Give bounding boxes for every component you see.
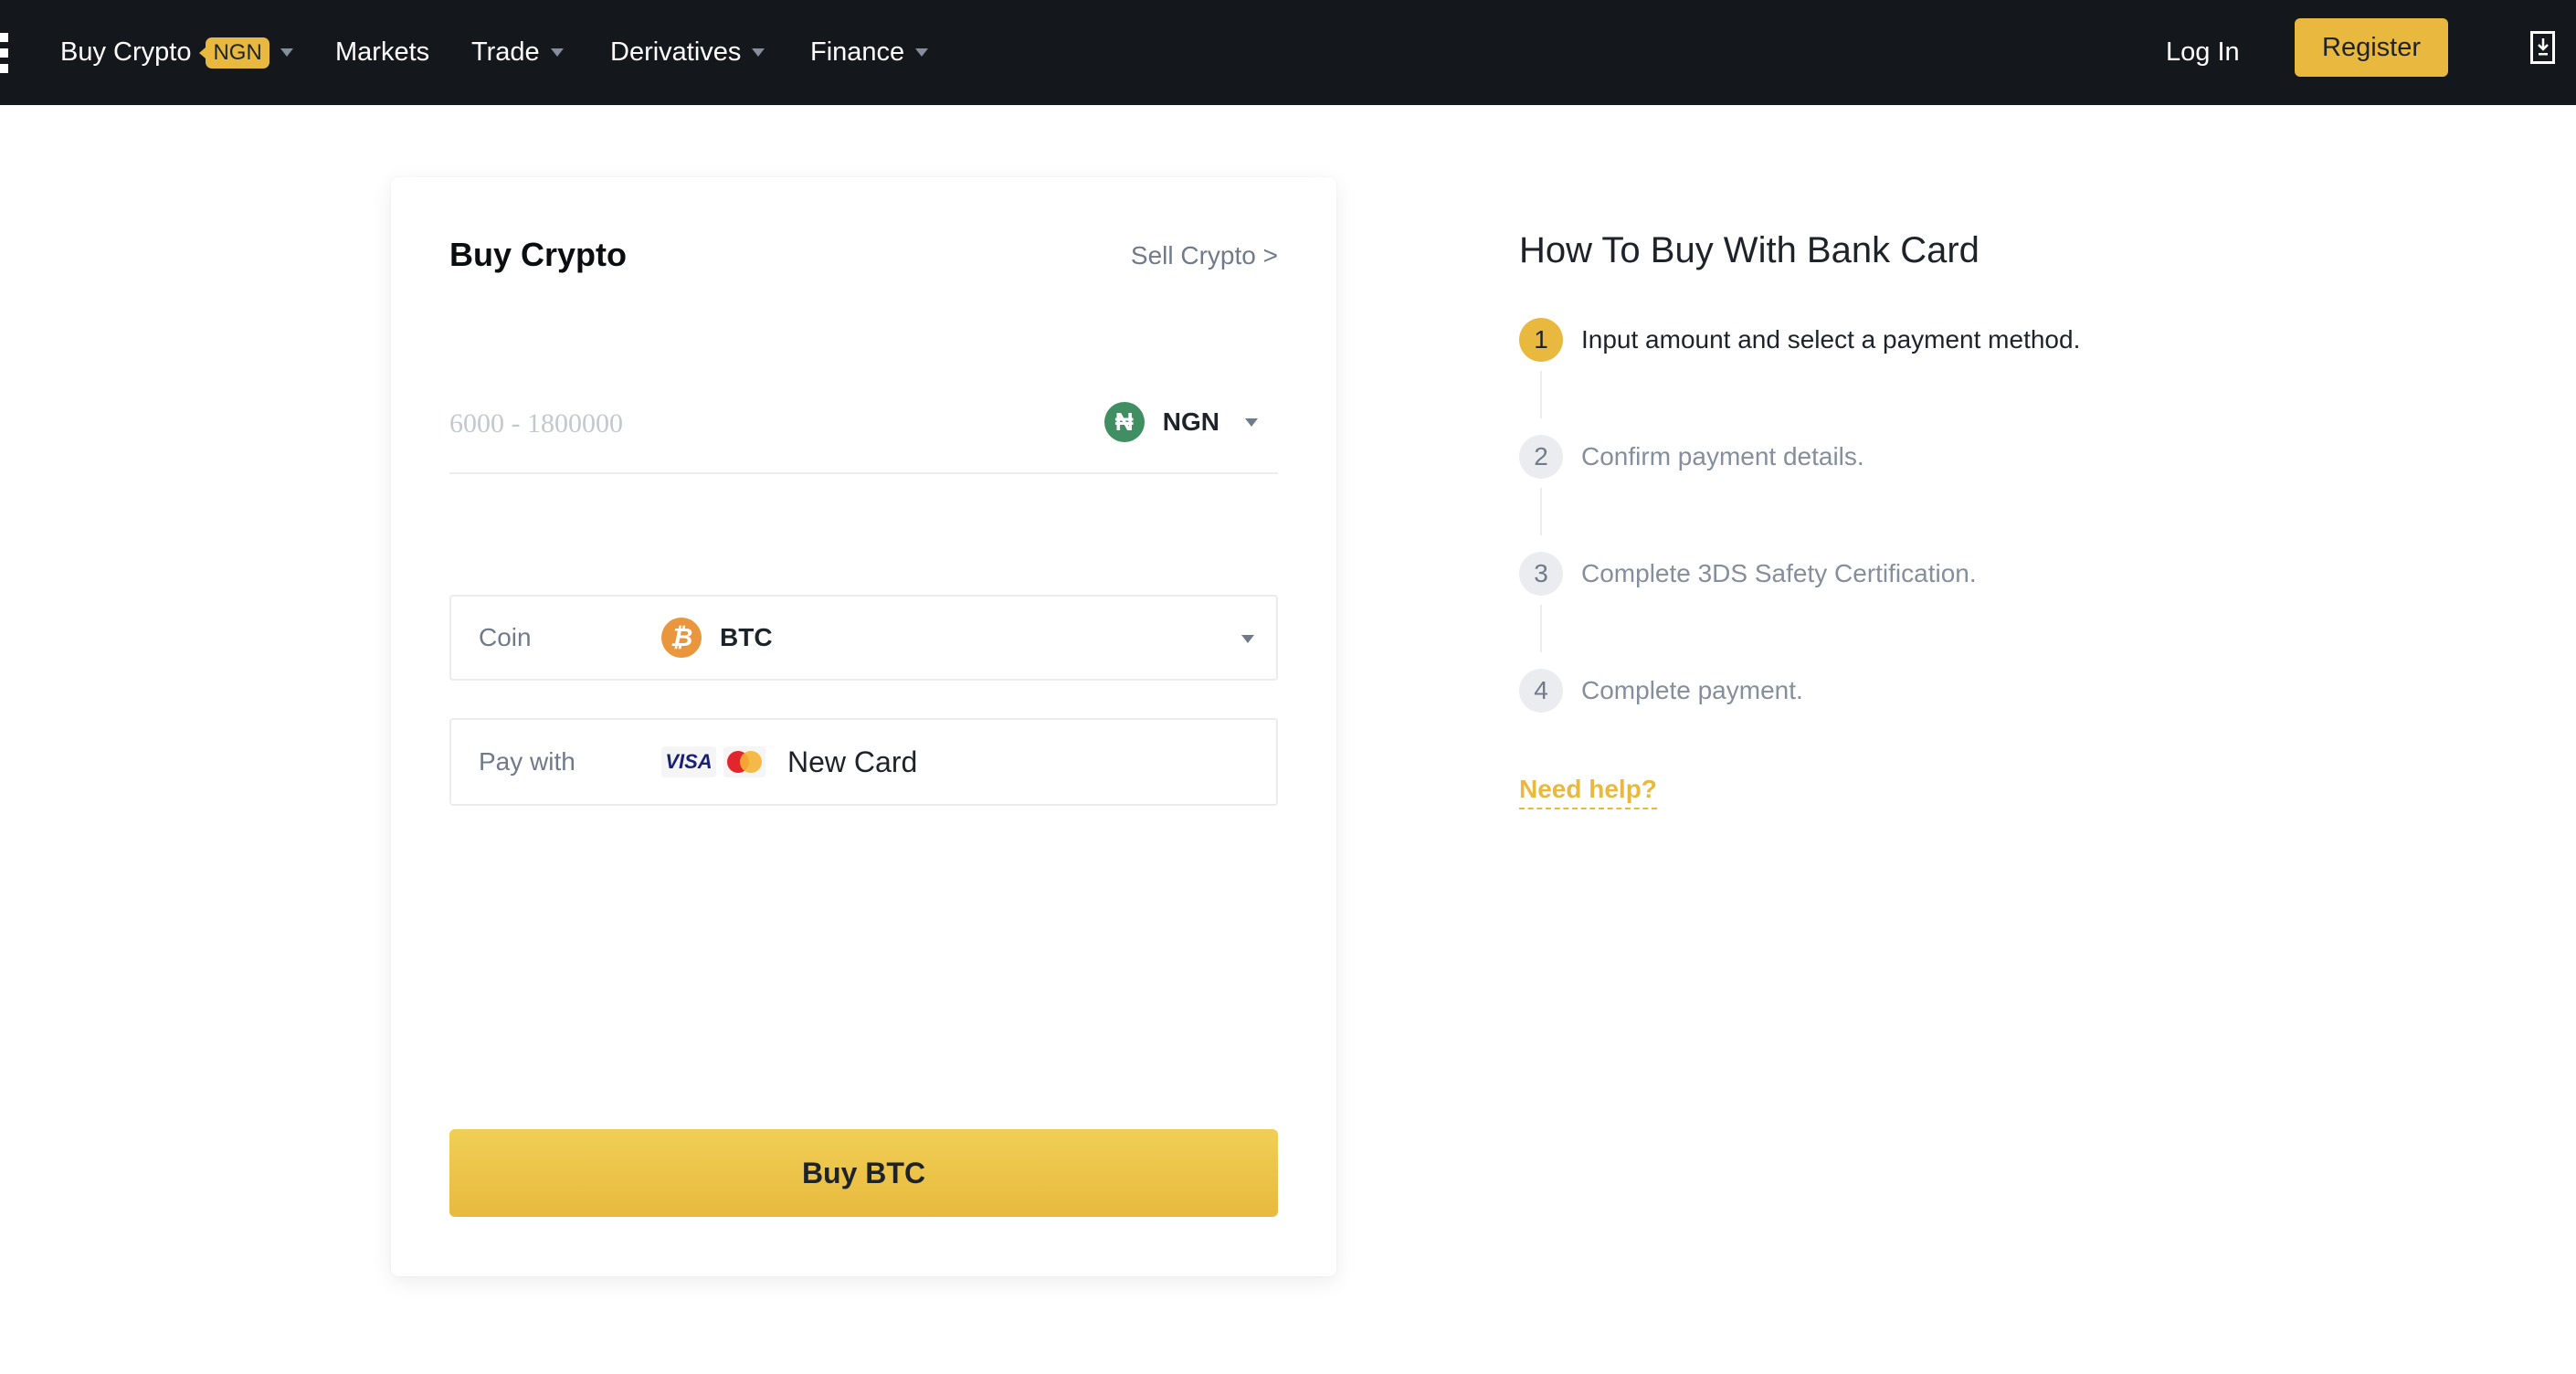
nav-derivatives[interactable]: Derivatives bbox=[610, 0, 765, 105]
step-number: 1 bbox=[1519, 318, 1563, 362]
coin-select[interactable]: Coin ₿ BTC bbox=[449, 595, 1278, 681]
nav-derivatives-label: Derivatives bbox=[610, 37, 742, 67]
nav-finance[interactable]: Finance bbox=[810, 0, 929, 105]
buy-crypto-card: Buy Crypto Sell Crypto > ₦ NGN Coin ₿ BT… bbox=[391, 177, 1336, 1276]
chevron-down-icon bbox=[915, 48, 929, 57]
chevron-down-icon bbox=[550, 48, 564, 57]
step-number: 2 bbox=[1519, 435, 1563, 479]
need-help-link[interactable]: Need help? bbox=[1519, 775, 1657, 809]
step-number: 4 bbox=[1519, 669, 1563, 713]
step-3: 3 Complete 3DS Safety Certification. bbox=[1519, 552, 1977, 596]
top-navbar: Buy Crypto NGN Markets Trade Derivatives… bbox=[0, 0, 2576, 105]
step-number: 3 bbox=[1519, 552, 1563, 596]
nav-buy-crypto-label: Buy Crypto bbox=[60, 37, 192, 67]
step-text: Complete payment. bbox=[1581, 676, 1803, 704]
step-text: Complete 3DS Safety Certification. bbox=[1581, 559, 1977, 587]
step-4: 4 Complete payment. bbox=[1519, 669, 1803, 713]
coin-value: ₿ BTC bbox=[661, 618, 773, 658]
card-title: Buy Crypto bbox=[449, 236, 628, 273]
payment-method-value: VISA New Card bbox=[661, 745, 917, 779]
amount-field: ₦ NGN bbox=[449, 383, 1278, 474]
nav-trade-label: Trade bbox=[471, 37, 540, 67]
coin-label: Coin bbox=[479, 623, 532, 651]
buy-button[interactable]: Buy BTC bbox=[449, 1129, 1278, 1217]
nav-markets[interactable]: Markets bbox=[335, 0, 429, 105]
currency-code: NGN bbox=[1162, 407, 1219, 436]
download-arrow-icon bbox=[2537, 38, 2549, 56]
chevron-down-icon bbox=[752, 48, 765, 57]
step-text: Input amount and select a payment method… bbox=[1581, 325, 2081, 354]
payment-method-select[interactable]: Pay with VISA New Card bbox=[449, 718, 1278, 806]
mastercard-icon bbox=[723, 746, 765, 777]
howto-title: How To Buy With Bank Card bbox=[1519, 230, 1980, 270]
register-button[interactable]: Register bbox=[2295, 18, 2448, 77]
step-2: 2 Confirm payment details. bbox=[1519, 435, 1864, 479]
visa-icon: VISA bbox=[661, 746, 716, 777]
chevron-down-icon bbox=[280, 48, 293, 57]
step-connector bbox=[1540, 488, 1542, 535]
coin-code: BTC bbox=[720, 623, 773, 651]
step-connector bbox=[1540, 605, 1542, 652]
amount-input[interactable] bbox=[449, 401, 998, 447]
chevron-down-icon bbox=[1245, 417, 1258, 427]
currency-badge: NGN bbox=[199, 37, 269, 69]
app-menu-grid-icon[interactable] bbox=[0, 33, 11, 75]
nav-finance-label: Finance bbox=[810, 37, 905, 67]
sell-crypto-link[interactable]: Sell Crypto > bbox=[1131, 241, 1278, 270]
nav-markets-label: Markets bbox=[335, 37, 430, 67]
chevron-down-icon bbox=[1241, 635, 1254, 643]
nav-trade[interactable]: Trade bbox=[471, 0, 564, 105]
step-1: 1 Input amount and select a payment meth… bbox=[1519, 318, 2080, 362]
step-text: Confirm payment details. bbox=[1581, 442, 1864, 470]
naira-icon: ₦ bbox=[1103, 402, 1145, 442]
step-connector bbox=[1540, 371, 1542, 418]
nav-buy-crypto[interactable]: Buy Crypto NGN bbox=[60, 0, 293, 105]
download-icon[interactable] bbox=[2530, 31, 2555, 64]
pay-with-label: Pay with bbox=[479, 747, 575, 776]
currency-select[interactable]: ₦ NGN bbox=[1103, 401, 1258, 443]
bitcoin-icon: ₿ bbox=[661, 618, 702, 658]
new-card-label: New Card bbox=[787, 745, 918, 778]
login-link[interactable]: Log In bbox=[2166, 0, 2240, 105]
